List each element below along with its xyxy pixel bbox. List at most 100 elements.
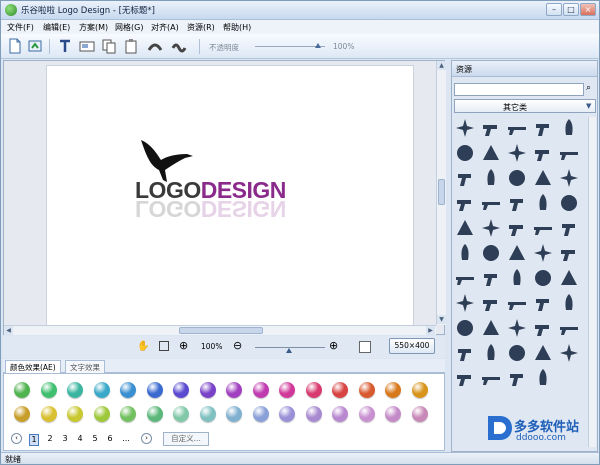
color-swatch[interactable] — [67, 382, 83, 398]
color-swatch[interactable] — [332, 406, 348, 422]
color-swatch[interactable] — [40, 382, 57, 398]
scroll-left-arrow[interactable]: ◀ — [4, 326, 13, 335]
paste-icon[interactable] — [123, 38, 139, 54]
fighter-jet-1-icon[interactable] — [454, 217, 476, 239]
jet-6-icon[interactable] — [454, 242, 476, 264]
image-tool-icon[interactable] — [79, 38, 95, 54]
maximize-button[interactable]: □ — [563, 3, 579, 16]
jet-9-icon[interactable] — [532, 242, 554, 264]
jet-10-icon[interactable] — [558, 242, 580, 264]
bomb-missile-icon[interactable] — [454, 142, 476, 164]
new-file-icon[interactable] — [7, 38, 23, 54]
color-swatch[interactable] — [67, 406, 83, 422]
ship-icon[interactable] — [558, 267, 580, 289]
color-swatch[interactable] — [411, 382, 428, 398]
color-swatch[interactable] — [252, 406, 269, 422]
menu-file[interactable]: 文件(F) — [7, 22, 34, 33]
trophy-icon[interactable] — [506, 367, 528, 389]
menu-grid[interactable]: 网格(G) — [115, 22, 143, 33]
fighter-jet-5-icon[interactable] — [558, 217, 580, 239]
color-swatch[interactable] — [146, 406, 163, 422]
color-swatch[interactable] — [305, 382, 322, 398]
vertical-scrollbar[interactable]: ▲ ▼ — [436, 61, 446, 325]
color-swatch[interactable] — [385, 382, 401, 398]
color-swatch[interactable] — [120, 382, 136, 398]
zoom-out-icon[interactable]: ⊖ — [233, 339, 242, 352]
color-swatch[interactable] — [226, 382, 242, 398]
color-swatch[interactable] — [226, 406, 242, 422]
pistol-icon[interactable] — [480, 117, 502, 139]
crossbones-icon[interactable] — [558, 292, 580, 314]
scroll-right-arrow[interactable]: ▶ — [426, 326, 435, 335]
film-reel-icon[interactable] — [454, 342, 476, 364]
page-2[interactable]: 2 — [45, 434, 55, 443]
design-canvas[interactable]: LOGODESIGN LOGODESIGN — [46, 65, 414, 327]
head-icon[interactable] — [532, 317, 554, 339]
jet-7-icon[interactable] — [480, 242, 502, 264]
horizontal-scroll-thumb[interactable] — [179, 327, 263, 334]
menu-help[interactable]: 帮助(H) — [223, 22, 251, 33]
alien-icon[interactable] — [454, 317, 476, 339]
color-swatch[interactable] — [411, 406, 428, 422]
tab-color-effects[interactable]: 颜色效果(AE) — [5, 360, 61, 373]
radiation-symbol-icon[interactable] — [532, 192, 554, 214]
text-tool-icon[interactable] — [57, 38, 73, 54]
skull-crossbones-icon[interactable] — [532, 292, 554, 314]
menu-resources[interactable]: 资源(R) — [187, 22, 215, 33]
custom-button[interactable]: 自定义... — [163, 432, 209, 446]
color-swatch[interactable] — [93, 406, 110, 422]
color-swatch[interactable] — [93, 382, 110, 398]
revolver-icon[interactable] — [532, 117, 554, 139]
open-file-icon[interactable] — [27, 38, 43, 54]
bomb-icon[interactable] — [480, 167, 502, 189]
zoom-in-icon[interactable]: ⊕ — [329, 339, 338, 352]
easel-icon[interactable] — [532, 367, 554, 389]
vertical-scroll-thumb[interactable] — [438, 179, 445, 205]
fighter-jet-2-icon[interactable] — [480, 217, 502, 239]
menu-scheme[interactable]: 方案(M) — [79, 22, 108, 33]
prev-page-icon[interactable]: ‹ — [11, 433, 22, 444]
gas-mask-icon[interactable] — [506, 292, 528, 314]
color-swatch[interactable] — [358, 406, 375, 422]
color-swatch[interactable] — [279, 382, 295, 398]
gas-can-icon[interactable] — [506, 192, 528, 214]
menu-edit[interactable]: 编辑(E) — [43, 22, 70, 33]
film-reel-2-icon[interactable] — [480, 342, 502, 364]
grenade-icon[interactable] — [506, 167, 528, 189]
jet-11-icon[interactable] — [454, 267, 476, 289]
resource-scrollbar[interactable] — [588, 117, 596, 447]
jet-12-icon[interactable] — [480, 267, 502, 289]
color-swatch[interactable] — [146, 382, 163, 398]
lightbulb-icon[interactable] — [532, 342, 554, 364]
color-swatch[interactable] — [199, 406, 216, 422]
astronaut-icon[interactable] — [480, 317, 502, 339]
jet-8-icon[interactable] — [506, 242, 528, 264]
menu-align[interactable]: 对齐(A) — [151, 22, 179, 33]
plane-2-icon[interactable] — [480, 292, 502, 314]
jet-13-icon[interactable] — [506, 267, 528, 289]
canvas-size-button[interactable]: 550×400 — [389, 338, 435, 354]
scroll-up-arrow[interactable]: ▲ — [437, 61, 446, 70]
color-swatch[interactable] — [120, 406, 136, 422]
fighter-jet-3-icon[interactable] — [506, 217, 528, 239]
spray-icon[interactable] — [558, 192, 580, 214]
color-swatch[interactable] — [14, 382, 30, 398]
page-3[interactable]: 3 — [60, 434, 70, 443]
color-swatch[interactable] — [40, 406, 57, 422]
crosshair-icon[interactable] — [558, 142, 580, 164]
category-select[interactable]: 其它类 ▼ — [454, 99, 596, 113]
rocket-icon[interactable] — [558, 117, 580, 139]
bullets-icon[interactable] — [480, 142, 502, 164]
minimize-button[interactable]: – — [546, 3, 562, 16]
color-swatch[interactable] — [279, 406, 295, 422]
explosion-icon[interactable] — [506, 342, 528, 364]
color-swatch[interactable] — [173, 382, 189, 398]
opacity-slider-thumb[interactable] — [315, 43, 321, 48]
color-swatch[interactable] — [305, 406, 322, 422]
bullet-icon[interactable] — [506, 142, 528, 164]
tank-icon[interactable] — [532, 267, 554, 289]
shell-icon[interactable] — [532, 167, 554, 189]
color-swatch[interactable] — [173, 406, 189, 422]
horizontal-scrollbar[interactable]: ◀ ▶ — [4, 325, 436, 335]
submachine-gun-icon[interactable] — [532, 142, 554, 164]
